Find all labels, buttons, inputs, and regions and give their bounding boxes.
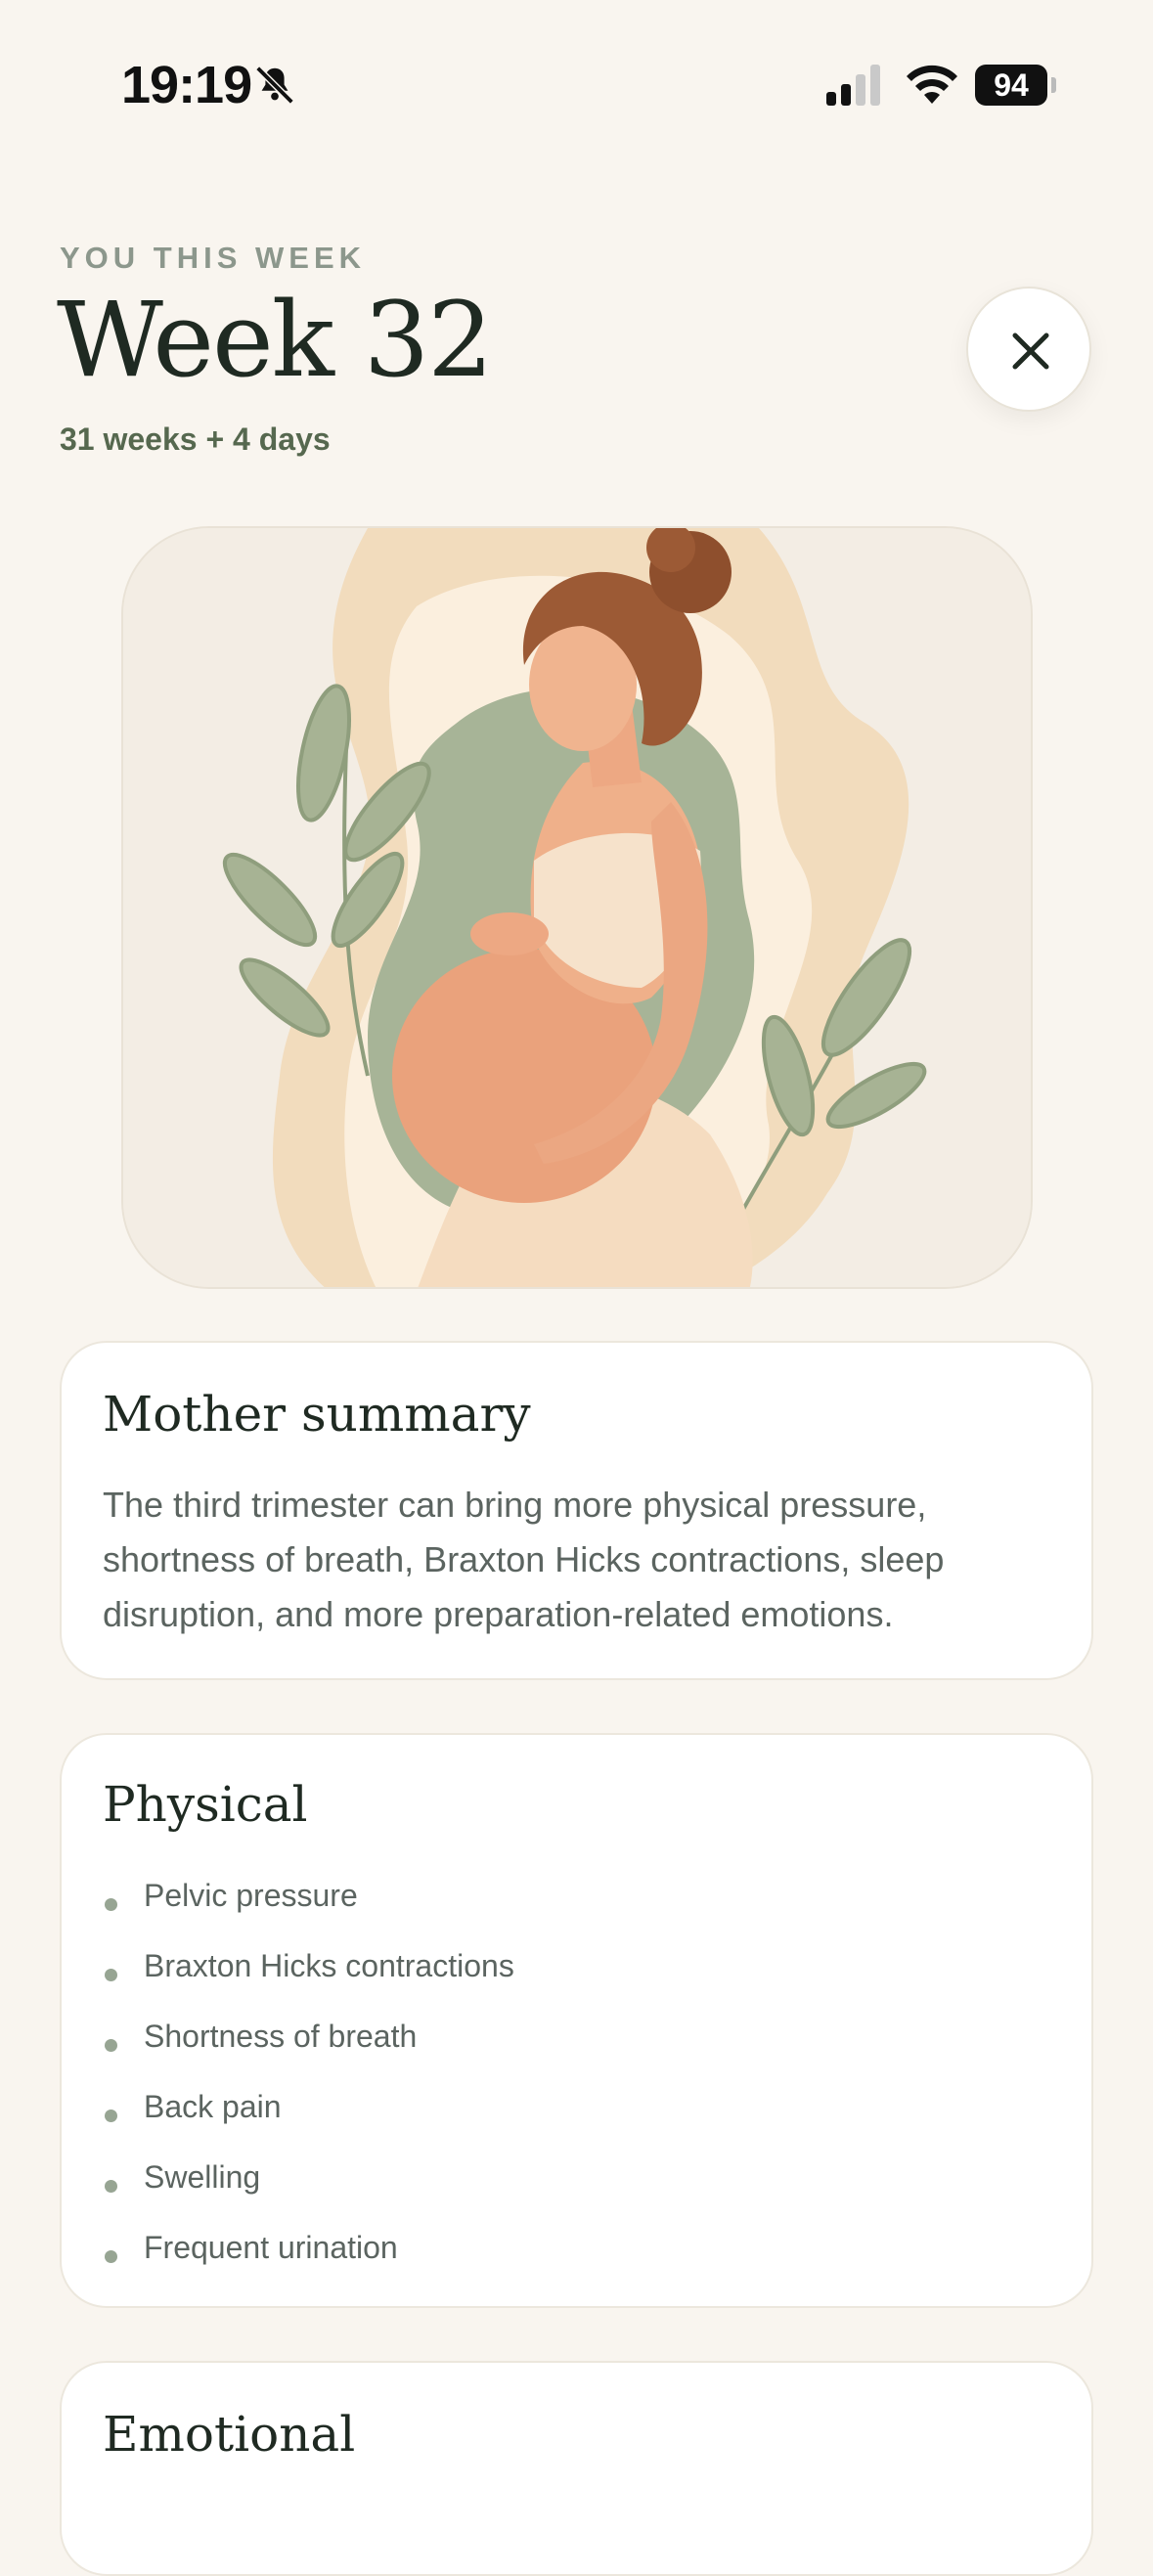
bullet-icon	[105, 1969, 117, 1981]
bell-slash-icon	[255, 66, 294, 105]
cellular-signal-icon	[826, 65, 880, 106]
list-item: Pelvic pressure	[103, 1860, 514, 1931]
page-subtitle: 31 weeks + 4 days	[60, 422, 331, 457]
list-item-label: Back pain	[144, 2089, 282, 2124]
physical-title: Physical	[103, 1776, 308, 1833]
bullet-icon	[105, 2180, 117, 2193]
wifi-icon	[907, 65, 957, 104]
bullet-icon	[105, 2110, 117, 2122]
emotional-card: Emotional	[60, 2361, 1093, 2576]
mother-summary-text: The third trimester can bring more physi…	[103, 1485, 945, 1634]
mother-summary-title: Mother summary	[103, 1386, 531, 1443]
bullet-icon	[105, 1898, 117, 1911]
physical-card: Physical Pelvic pressure Braxton Hicks c…	[60, 1733, 1093, 2308]
list-item-label: Braxton Hicks contractions	[144, 1948, 514, 1983]
list-item-label: Shortness of breath	[144, 2019, 418, 2054]
battery-tip	[1051, 77, 1056, 93]
close-button[interactable]	[966, 287, 1091, 412]
list-item-label: Frequent urination	[144, 2230, 398, 2265]
close-icon	[1012, 333, 1049, 370]
battery-icon: 94	[975, 65, 1057, 106]
battery-level: 94	[975, 65, 1047, 106]
list-item: Swelling	[103, 2142, 514, 2212]
eyebrow-label: YOU THIS WEEK	[60, 241, 367, 275]
physical-list: Pelvic pressure Braxton Hicks contractio…	[103, 1860, 514, 2283]
hero-illustration-card	[121, 526, 1033, 1289]
list-item: Braxton Hicks contractions	[103, 1931, 514, 2001]
upper-hand	[470, 912, 549, 955]
mother-summary-card: Mother summary The third trimester can b…	[60, 1341, 1093, 1680]
list-item-label: Pelvic pressure	[144, 1878, 358, 1913]
bullet-icon	[105, 2250, 117, 2263]
pregnant-woman-illustration	[123, 528, 1031, 1287]
list-item: Back pain	[103, 2071, 514, 2142]
list-item: Frequent urination	[103, 2212, 514, 2283]
status-bar: 19:19 94	[0, 0, 1153, 147]
bullet-icon	[105, 2039, 117, 2052]
list-item-label: Swelling	[144, 2159, 261, 2195]
status-time: 19:19	[121, 56, 252, 114]
list-item: Shortness of breath	[103, 2001, 514, 2071]
emotional-title: Emotional	[103, 2406, 356, 2463]
page-title: Week 32	[57, 280, 494, 400]
